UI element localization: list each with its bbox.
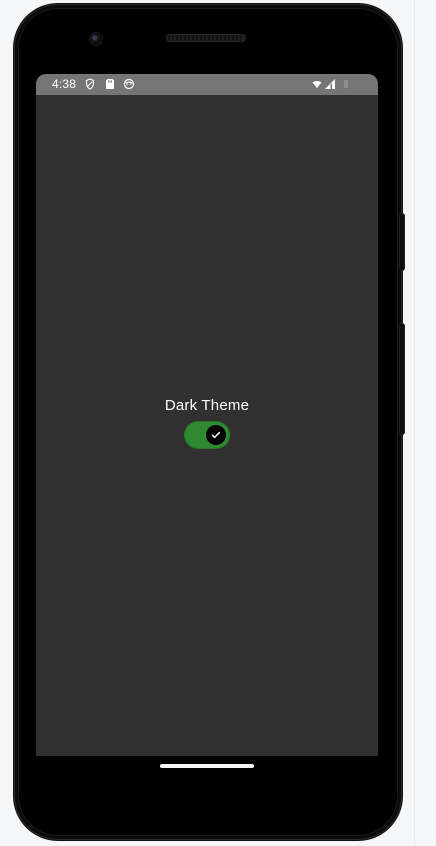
home-gesture-handle[interactable]	[160, 764, 254, 768]
front-camera	[90, 33, 102, 45]
power-button[interactable]	[400, 214, 404, 270]
app-content: Dark Theme	[36, 95, 378, 756]
status-icons-right	[310, 78, 360, 90]
background-divider	[414, 0, 415, 846]
cell-signal-icon	[325, 79, 335, 89]
toggle-knob	[206, 425, 226, 445]
status-bar: 4:38	[36, 74, 378, 95]
dark-theme-toggle[interactable]	[184, 421, 230, 449]
dark-theme-setting: Dark Theme	[36, 397, 378, 457]
volume-button[interactable]	[400, 324, 404, 434]
system-nav-bar	[36, 756, 378, 788]
dark-theme-label: Dark Theme	[164, 397, 250, 414]
check-icon	[211, 431, 221, 439]
wifi-icon	[312, 81, 322, 88]
status-time: 4:38	[52, 77, 77, 91]
shield-icon	[85, 78, 95, 90]
face-icon	[123, 78, 135, 90]
earpiece-speaker	[166, 34, 246, 42]
battery-icon	[343, 79, 349, 89]
phone-screen: 4:38 Dark Theme	[36, 74, 378, 756]
sd-card-icon	[106, 79, 114, 89]
